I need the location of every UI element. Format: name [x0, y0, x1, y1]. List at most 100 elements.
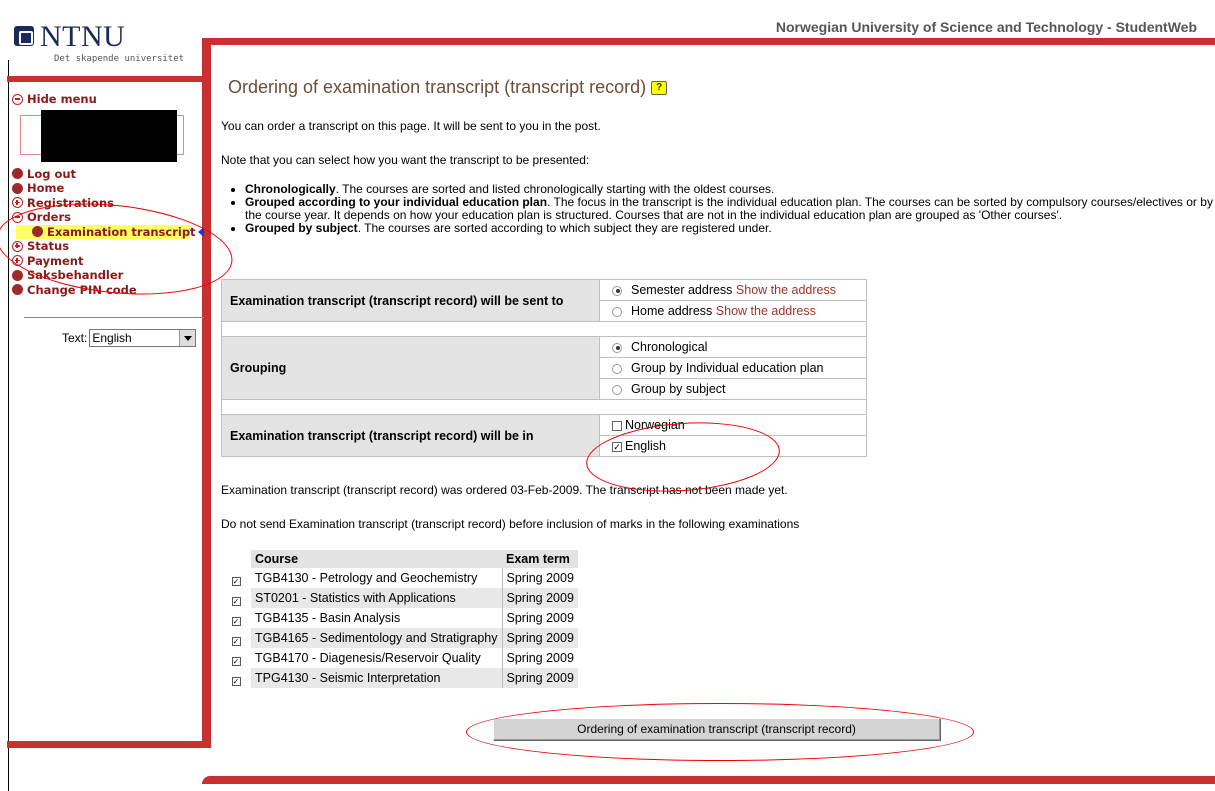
course-header: Course	[251, 550, 502, 568]
group-by-plan-option[interactable]: Group by Individual education plan	[599, 357, 867, 379]
group-by-subject-option[interactable]: Group by subject	[599, 378, 867, 400]
logo-tagline: Det skapende universitet	[54, 54, 185, 64]
course-checkbox[interactable]: ✓	[221, 648, 251, 668]
course-checkbox[interactable]: ✓	[221, 568, 251, 588]
table-row: ✓ TGB4170 - Diagenesis/Reservoir Quality…	[221, 648, 578, 668]
frame-sidebar-bottom-bar	[7, 741, 211, 748]
checkbox-checked-icon[interactable]: ✓	[231, 677, 241, 686]
frame-top-bar	[202, 38, 1215, 45]
sidebar-item-label: Payment	[27, 253, 84, 268]
exam-term: Spring 2009	[501, 628, 578, 648]
bullet-text: . The courses are sorted according to wh…	[357, 221, 772, 235]
checkbox-checked-icon[interactable]: ✓	[612, 441, 622, 452]
bullet-title: Grouped according to your individual edu…	[245, 195, 548, 209]
sidebar-menu: Hide menu Log out Home Registrations Ord…	[12, 92, 204, 347]
sidebar-item-label: Change PIN code	[27, 282, 137, 297]
list-item: Grouped by subject. The courses are sort…	[245, 222, 1215, 235]
dropdown-arrow-icon[interactable]	[179, 330, 195, 346]
checkbox-checked-icon[interactable]: ✓	[231, 577, 241, 586]
hold-until-marks-message: Do not send Examination transcript (tran…	[221, 517, 800, 531]
radio-selected-icon[interactable]	[612, 285, 622, 296]
sidebar-item-label: Orders	[27, 210, 71, 225]
sidebar-item-home[interactable]: Home	[12, 181, 196, 196]
bullet-text: . The courses are sorted and listed chro…	[335, 182, 775, 196]
course-checkbox[interactable]: ✓	[221, 628, 251, 648]
radio-selected-icon[interactable]	[612, 342, 622, 353]
language-select[interactable]: English	[89, 329, 196, 347]
sidebar-item-registrations[interactable]: Registrations	[12, 196, 196, 211]
norwegian-option[interactable]: Norwegian	[599, 414, 867, 436]
option-label: Semester address	[631, 283, 733, 297]
option-label: Chronological	[631, 340, 708, 354]
home-address-option[interactable]: Home address Show the address	[599, 300, 867, 322]
checkbox-checked-icon[interactable]: ✓	[231, 597, 241, 606]
exam-term: Spring 2009	[501, 668, 578, 688]
bullet-title: Chronologically	[245, 182, 336, 196]
courses-table: Course Exam term ✓ TGB4130 - Petrology a…	[221, 550, 578, 688]
option-label: Group by subject	[631, 382, 726, 396]
sidebar-item-orders[interactable]: Orders	[12, 210, 196, 225]
bullet-title: Grouped by subject	[245, 221, 358, 235]
course-name: ST0201 - Statistics with Applications	[251, 588, 502, 608]
bullet-dot-icon	[12, 269, 23, 281]
course-checkbox[interactable]: ✓	[221, 588, 251, 608]
course-name: TGB4165 - Sedimentology and Stratigraphy	[251, 628, 502, 648]
bullet-dot-icon	[32, 226, 43, 238]
radio-icon[interactable]	[612, 384, 622, 395]
logo-text: NTNU	[40, 20, 126, 53]
presentation-options-list: Chronologically. The courses are sorted …	[231, 183, 1215, 235]
checkbox-checked-icon[interactable]: ✓	[231, 657, 241, 666]
show-semester-address-link[interactable]: Show the address	[736, 283, 836, 297]
exam-term: Spring 2009	[501, 608, 578, 628]
table-row: ✓ ST0201 - Statistics with Applications …	[221, 588, 578, 608]
exam-term: Spring 2009	[501, 568, 578, 588]
table-row: ✓ TGB4130 - Petrology and Geochemistry S…	[221, 568, 578, 588]
help-icon[interactable]: ?	[651, 80, 668, 95]
option-label: Home address	[631, 304, 713, 318]
transcript-options-table: Examination transcript (transcript recor…	[221, 279, 867, 457]
sidebar-item-examination-transcript[interactable]: Examination transcript	[16, 224, 204, 239]
table-spacer	[221, 399, 867, 415]
hide-menu-link[interactable]: Hide menu	[12, 92, 196, 107]
radio-icon[interactable]	[612, 363, 622, 374]
bullet-dot-icon	[12, 284, 23, 296]
site-title: Norwegian University of Science and Tech…	[775, 19, 1197, 35]
sidebar-item-label: Registrations	[27, 195, 114, 210]
active-arrow-icon	[197, 226, 204, 237]
checkbox-icon[interactable]	[612, 420, 622, 431]
term-header: Exam term	[502, 550, 578, 568]
sidebar-item-saksbehandler[interactable]: Saksbehandler	[12, 268, 196, 283]
semester-address-option[interactable]: Semester address Show the address	[599, 279, 867, 301]
chronological-option[interactable]: Chronological	[599, 336, 867, 358]
sent-to-question: Examination transcript (transcript recor…	[221, 279, 600, 322]
radio-icon[interactable]	[612, 306, 622, 317]
english-option[interactable]: ✓ English	[599, 435, 867, 457]
redacted-block	[41, 109, 177, 162]
main-content: Ordering of examination transcript (tran…	[221, 74, 1213, 740]
table-row: ✓ TGB4165 - Sedimentology and Stratigrap…	[221, 628, 578, 648]
frame-footer-bar	[202, 776, 1215, 784]
grouping-question: Grouping	[221, 336, 600, 400]
show-home-address-link[interactable]: Show the address	[716, 304, 816, 318]
course-checkbox[interactable]: ✓	[221, 668, 251, 688]
sidebar-item-log-out[interactable]: Log out	[12, 167, 196, 182]
checkbox-checked-icon[interactable]: ✓	[231, 617, 241, 626]
order-transcript-button[interactable]: Ordering of examination transcript (tran…	[493, 718, 940, 740]
order-status-message: Examination transcript (transcript recor…	[221, 483, 788, 497]
course-checkbox[interactable]: ✓	[221, 608, 251, 628]
frame-sidebar-top-bar	[7, 76, 208, 82]
language-label: Text:	[62, 331, 88, 345]
language-question: Examination transcript (transcript recor…	[221, 414, 600, 457]
left-border-line	[8, 60, 9, 791]
option-label: English	[625, 439, 666, 453]
course-name: TGB4170 - Diagenesis/Reservoir Quality	[251, 648, 502, 668]
sidebar-item-change-pin[interactable]: Change PIN code	[12, 283, 196, 298]
sidebar-item-payment[interactable]: Payment	[12, 254, 196, 269]
sidebar-item-status[interactable]: Status	[12, 239, 196, 254]
ntnu-logo[interactable]: NTNU Det skapende universitet	[14, 20, 194, 70]
language-selected-value: English	[92, 331, 132, 345]
sidebar-item-label: Saksbehandler	[27, 268, 124, 283]
checkbox-checked-icon[interactable]: ✓	[231, 637, 241, 646]
course-name: TPG4130 - Seismic Interpretation	[251, 668, 502, 688]
list-item: Grouped according to your individual edu…	[245, 196, 1215, 222]
